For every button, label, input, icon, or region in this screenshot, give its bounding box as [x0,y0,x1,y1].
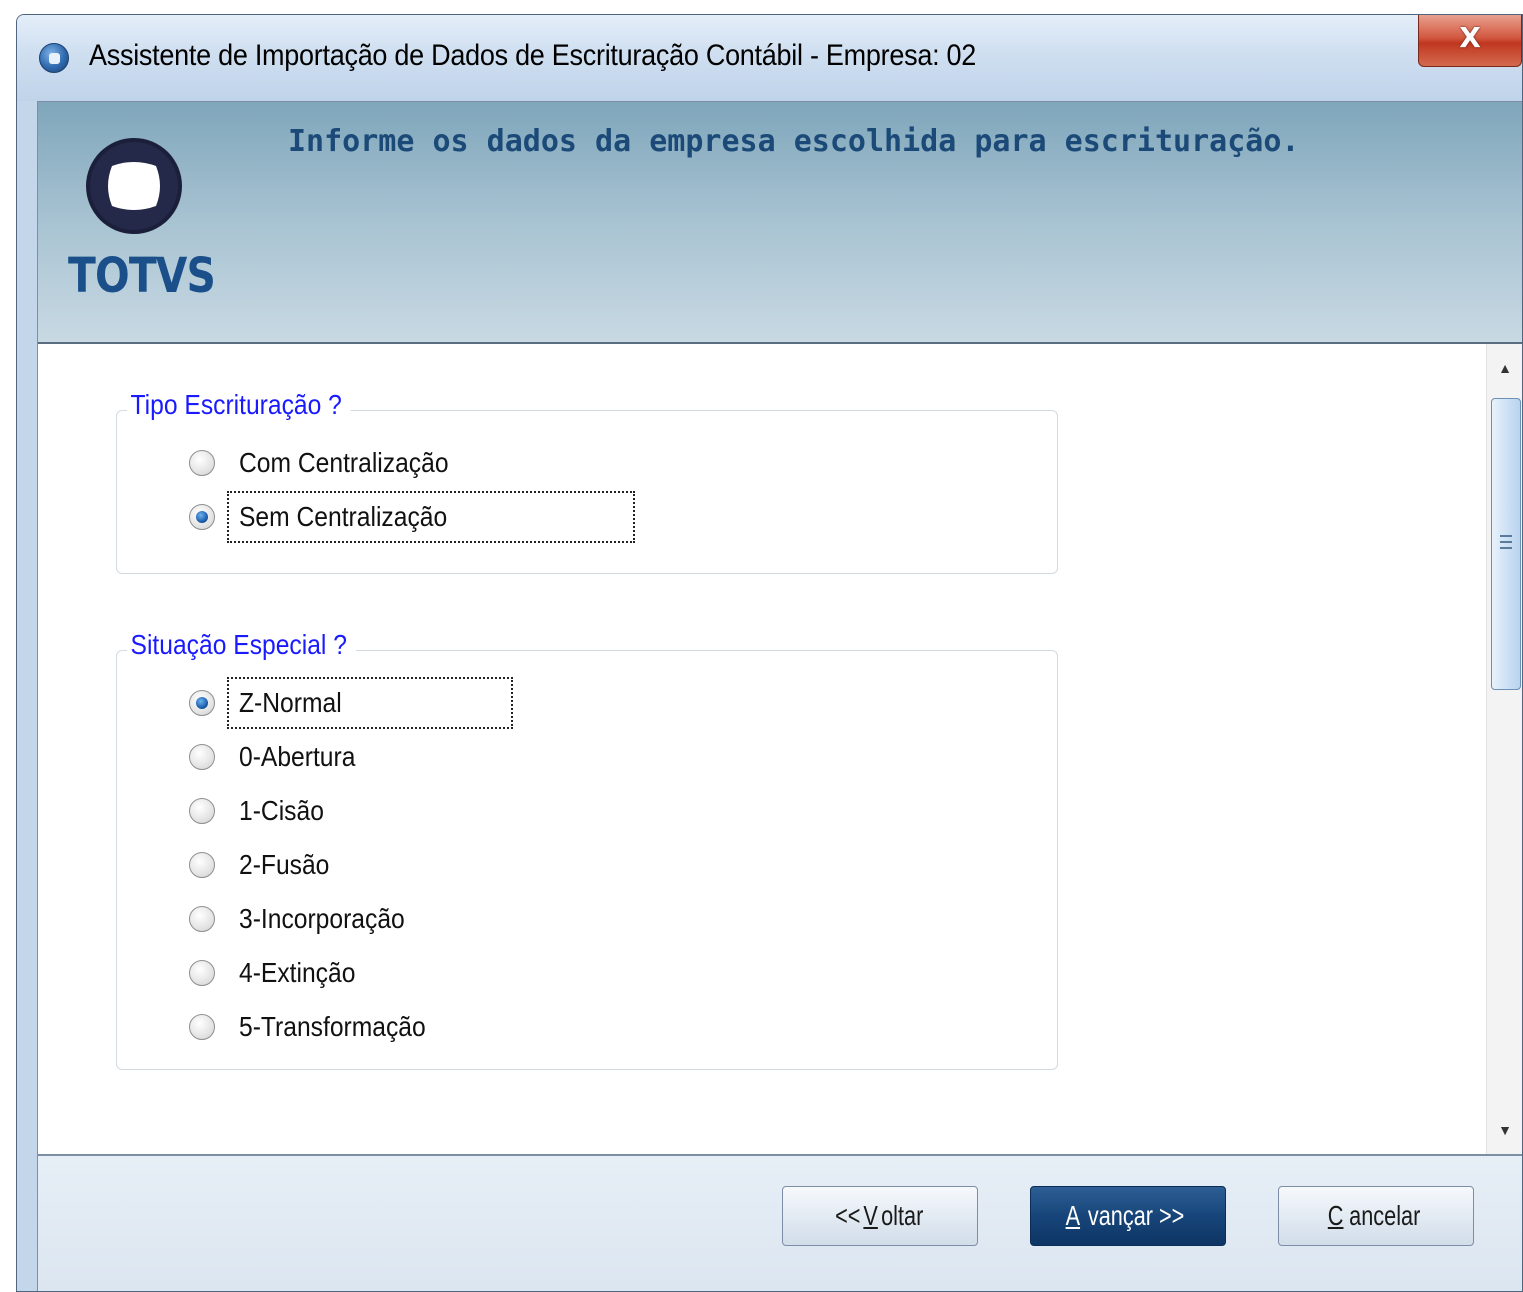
radio-label: Z-Normal [239,687,342,718]
close-icon: X [1459,21,1481,54]
close-button[interactable]: X [1418,15,1522,67]
back-prefix: << [835,1200,861,1231]
totvs-logo-icon [86,138,182,234]
radio-label: 4-Extinção [239,957,356,988]
radio-label: 0-Abertura [239,741,356,772]
button-bar: << Voltar Avançar >> Cancelar [38,1154,1522,1291]
back-button[interactable]: << Voltar [782,1186,978,1246]
radio-button[interactable] [189,504,215,530]
back-label: oltar [881,1200,924,1231]
next-label: vançar >> [1088,1200,1185,1231]
radio-button[interactable] [189,906,215,932]
radio-button[interactable] [189,798,215,824]
radio-button[interactable] [189,744,215,770]
next-button[interactable]: Avançar >> [1030,1186,1226,1246]
situacao-especial-legend: Situação Especial ? [127,629,356,661]
back-mnemonic: V [863,1200,878,1231]
radio-button[interactable] [189,1014,215,1040]
radio-button[interactable] [189,960,215,986]
client-area: TOTVS Informe os dados da empresa escolh… [37,101,1522,1291]
radio-label: Com Centralização [239,447,449,478]
radio-button[interactable] [189,450,215,476]
vertical-scrollbar[interactable]: ▲ ▼ [1486,344,1522,1154]
wizard-window: Assistente de Importação de Dados de Esc… [16,14,1523,1292]
cancel-mnemonic: C [1327,1200,1344,1231]
scrollbar-thumb[interactable] [1491,398,1521,690]
app-icon [39,43,69,73]
scroll-down-icon[interactable]: ▼ [1487,1112,1522,1148]
window-title: Assistente de Importação de Dados de Esc… [89,39,977,72]
radio-button[interactable] [189,690,215,716]
radio-label: 1-Cisão [239,795,324,826]
header-banner: TOTVS Informe os dados da empresa escolh… [38,102,1522,344]
cancel-button[interactable]: Cancelar [1278,1186,1474,1246]
totvs-logo-text: TOTVS [68,248,216,304]
grip-icon [1500,535,1512,549]
radio-label: 5-Transformação [239,1011,426,1042]
tipo-escrituracao-legend: Tipo Escrituração ? [127,389,351,421]
cancel-label: ancelar [1349,1200,1421,1231]
radio-label: 3-Incorporação [239,903,405,934]
scroll-up-icon[interactable]: ▲ [1487,350,1522,386]
content-panel: Tipo Escrituração ? Com Centralização Se… [38,344,1522,1154]
radio-label: 2-Fusão [239,849,330,880]
radio-label: Sem Centralização [239,501,448,532]
title-bar: Assistente de Importação de Dados de Esc… [17,15,1522,101]
radio-button[interactable] [189,852,215,878]
situacao-especial-group: Situação Especial ? Z-Normal 0-Abertura … [116,629,1058,1070]
tipo-escrituracao-group: Tipo Escrituração ? Com Centralização Se… [116,389,1058,574]
banner-message: Informe os dados da empresa escolhida pa… [288,124,1300,159]
next-mnemonic: A [1065,1200,1081,1231]
